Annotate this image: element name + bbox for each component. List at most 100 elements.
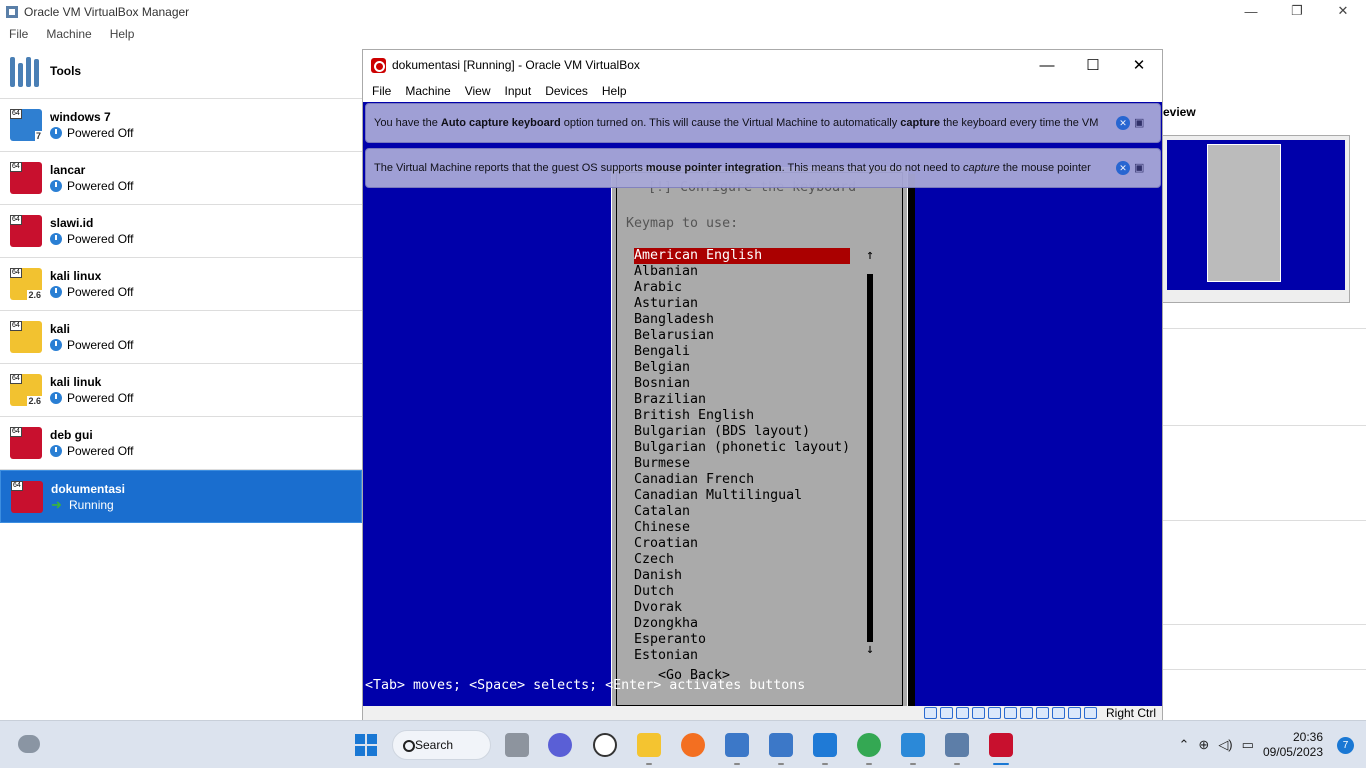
keymap-option[interactable]: American English [634, 248, 850, 264]
keymap-option[interactable]: Chinese [634, 520, 854, 536]
debian-swirl-icon [371, 58, 386, 73]
optical-drive-icon[interactable] [940, 707, 953, 719]
usb-icon[interactable] [988, 707, 1001, 719]
search-label: Search [415, 738, 453, 752]
keymap-option[interactable]: Czech [634, 552, 854, 568]
chrome-icon[interactable] [857, 733, 881, 757]
vm-item-windows-7[interactable]: 647 windows 7Powered Off [0, 99, 362, 152]
debian-vm-icon[interactable] [989, 733, 1013, 757]
divider [1163, 520, 1366, 521]
keymap-option[interactable]: Burmese [634, 456, 854, 472]
dont-show-again-icon[interactable]: ▣ [1134, 116, 1148, 130]
keymap-option[interactable]: Brazilian [634, 392, 854, 408]
python-file-icon[interactable] [769, 733, 793, 757]
menu-file[interactable]: File [9, 27, 28, 41]
notification-badge[interactable]: 7 [1337, 737, 1354, 754]
preview-label: eview [1163, 105, 1196, 119]
keymap-option[interactable]: Bulgarian (phonetic layout) [634, 440, 854, 456]
keymap-option[interactable]: Canadian French [634, 472, 854, 488]
keymap-option[interactable]: Bulgarian (BDS layout) [634, 424, 854, 440]
dont-show-again-icon[interactable]: ▣ [1134, 161, 1148, 175]
shared-folders-icon[interactable] [1004, 707, 1017, 719]
restore-button[interactable]: ❐ [1274, 0, 1320, 22]
firefox-icon[interactable] [681, 733, 705, 757]
hard-disk-icon[interactable] [924, 707, 937, 719]
vm-menu-help[interactable]: Help [602, 84, 627, 98]
menu-help[interactable]: Help [110, 27, 135, 41]
recording-icon[interactable] [1036, 707, 1049, 719]
vm-close-button[interactable]: ✕ [1116, 50, 1162, 80]
keymap-option[interactable]: Danish [634, 568, 854, 584]
vm-item-kali-linux[interactable]: 642.6 kali linuxPowered Off [0, 258, 362, 311]
keymap-option[interactable]: Dvorak [634, 600, 854, 616]
vm-minimize-button[interactable]: — [1024, 50, 1070, 80]
installer-help-line: <Tab> moves; <Space> selects; <Enter> ac… [365, 678, 805, 694]
vm-menu-view[interactable]: View [465, 84, 491, 98]
vm-item-lancar[interactable]: 64 lancarPowered Off [0, 152, 362, 205]
menu-machine[interactable]: Machine [46, 27, 91, 41]
manager-titlebar: Oracle VM VirtualBox Manager — ❐ ✕ [0, 0, 1366, 24]
vm-item-deb-gui[interactable]: 64 deb guiPowered Off [0, 417, 362, 470]
task-view-icon[interactable] [505, 733, 529, 757]
keymap-option[interactable]: Arabic [634, 280, 854, 296]
close-notice-icon[interactable]: ✕ [1116, 116, 1130, 130]
file-explorer-icon[interactable] [637, 733, 661, 757]
keymap-option[interactable]: Canadian Multilingual [634, 488, 854, 504]
keyboard-capture-icon[interactable] [1084, 707, 1097, 719]
vm-menu-devices[interactable]: Devices [545, 84, 588, 98]
photos-icon[interactable] [901, 733, 925, 757]
keymap-scrollbar[interactable]: ↑ ↓ [866, 248, 874, 648]
vm-guest-screen[interactable]: You have the Auto capture keyboard optio… [363, 102, 1162, 706]
language-icon[interactable]: ⊕ [1198, 737, 1209, 753]
battery-icon[interactable]: ▭ [1242, 737, 1254, 753]
weather-icon[interactable] [18, 735, 40, 753]
keymap-option[interactable]: Croatian [634, 536, 854, 552]
clock[interactable]: 20:36 09/05/2023 [1263, 730, 1323, 760]
vm-item-slawi-id[interactable]: 64 slawi.idPowered Off [0, 205, 362, 258]
tools-item[interactable]: Tools [0, 44, 362, 99]
vm-item-dokumentasi[interactable]: 64 dokumentasi➜Running [0, 470, 362, 523]
keymap-option[interactable]: Dzongkha [634, 616, 854, 632]
network-icon[interactable] [972, 707, 985, 719]
manager-title: Oracle VM VirtualBox Manager [24, 5, 189, 19]
volume-icon[interactable]: ◁) [1218, 737, 1232, 753]
keymap-option[interactable]: British English [634, 408, 854, 424]
minimize-button[interactable]: — [1228, 0, 1274, 22]
start-button[interactable] [355, 734, 377, 756]
vm-item-kali-linuk[interactable]: 642.6 kali linukPowered Off [0, 364, 362, 417]
taskbar-search[interactable]: Search [392, 730, 491, 760]
audio-icon[interactable] [956, 707, 969, 719]
keymap-option[interactable]: Bangladesh [634, 312, 854, 328]
vm-menu-file[interactable]: File [372, 84, 391, 98]
scroll-up-arrow: ↑ [866, 248, 874, 264]
python-file-icon[interactable] [725, 733, 749, 757]
mouse-integration-icon[interactable] [1068, 707, 1081, 719]
powered-off-icon [50, 445, 62, 457]
keymap-option[interactable]: Asturian [634, 296, 854, 312]
keymap-option[interactable]: Belgian [634, 360, 854, 376]
keymap-option[interactable]: Esperanto [634, 632, 854, 648]
keymap-option[interactable]: Estonian [634, 648, 854, 664]
vm-state: Powered Off [67, 232, 133, 246]
vm-menu-input[interactable]: Input [505, 84, 532, 98]
vm-menu-machine[interactable]: Machine [405, 84, 450, 98]
meet-icon[interactable] [548, 733, 572, 757]
display-icon[interactable] [1020, 707, 1033, 719]
keymap-option[interactable]: Catalan [634, 504, 854, 520]
keymap-option[interactable]: Bosnian [634, 376, 854, 392]
virtualbox-icon[interactable] [945, 733, 969, 757]
keymap-option[interactable]: Bengali [634, 344, 854, 360]
vm-maximize-button[interactable]: ☐ [1070, 50, 1116, 80]
close-notice-icon[interactable]: ✕ [1116, 161, 1130, 175]
running-arrow-icon: ➜ [51, 499, 64, 511]
close-button[interactable]: ✕ [1320, 0, 1366, 22]
keymap-option[interactable]: Belarusian [634, 328, 854, 344]
cpu-icon[interactable] [1052, 707, 1065, 719]
keymap-option[interactable]: Albanian [634, 264, 854, 280]
app-icon[interactable] [593, 733, 617, 757]
vscode-icon[interactable] [813, 733, 837, 757]
vm-item-kali[interactable]: 64 kaliPowered Off [0, 311, 362, 364]
keymap-option[interactable]: Dutch [634, 584, 854, 600]
chevron-up-icon[interactable]: ⌃ [1179, 737, 1190, 753]
keymap-list[interactable]: American EnglishAlbanianArabicAsturianBa… [634, 248, 854, 664]
